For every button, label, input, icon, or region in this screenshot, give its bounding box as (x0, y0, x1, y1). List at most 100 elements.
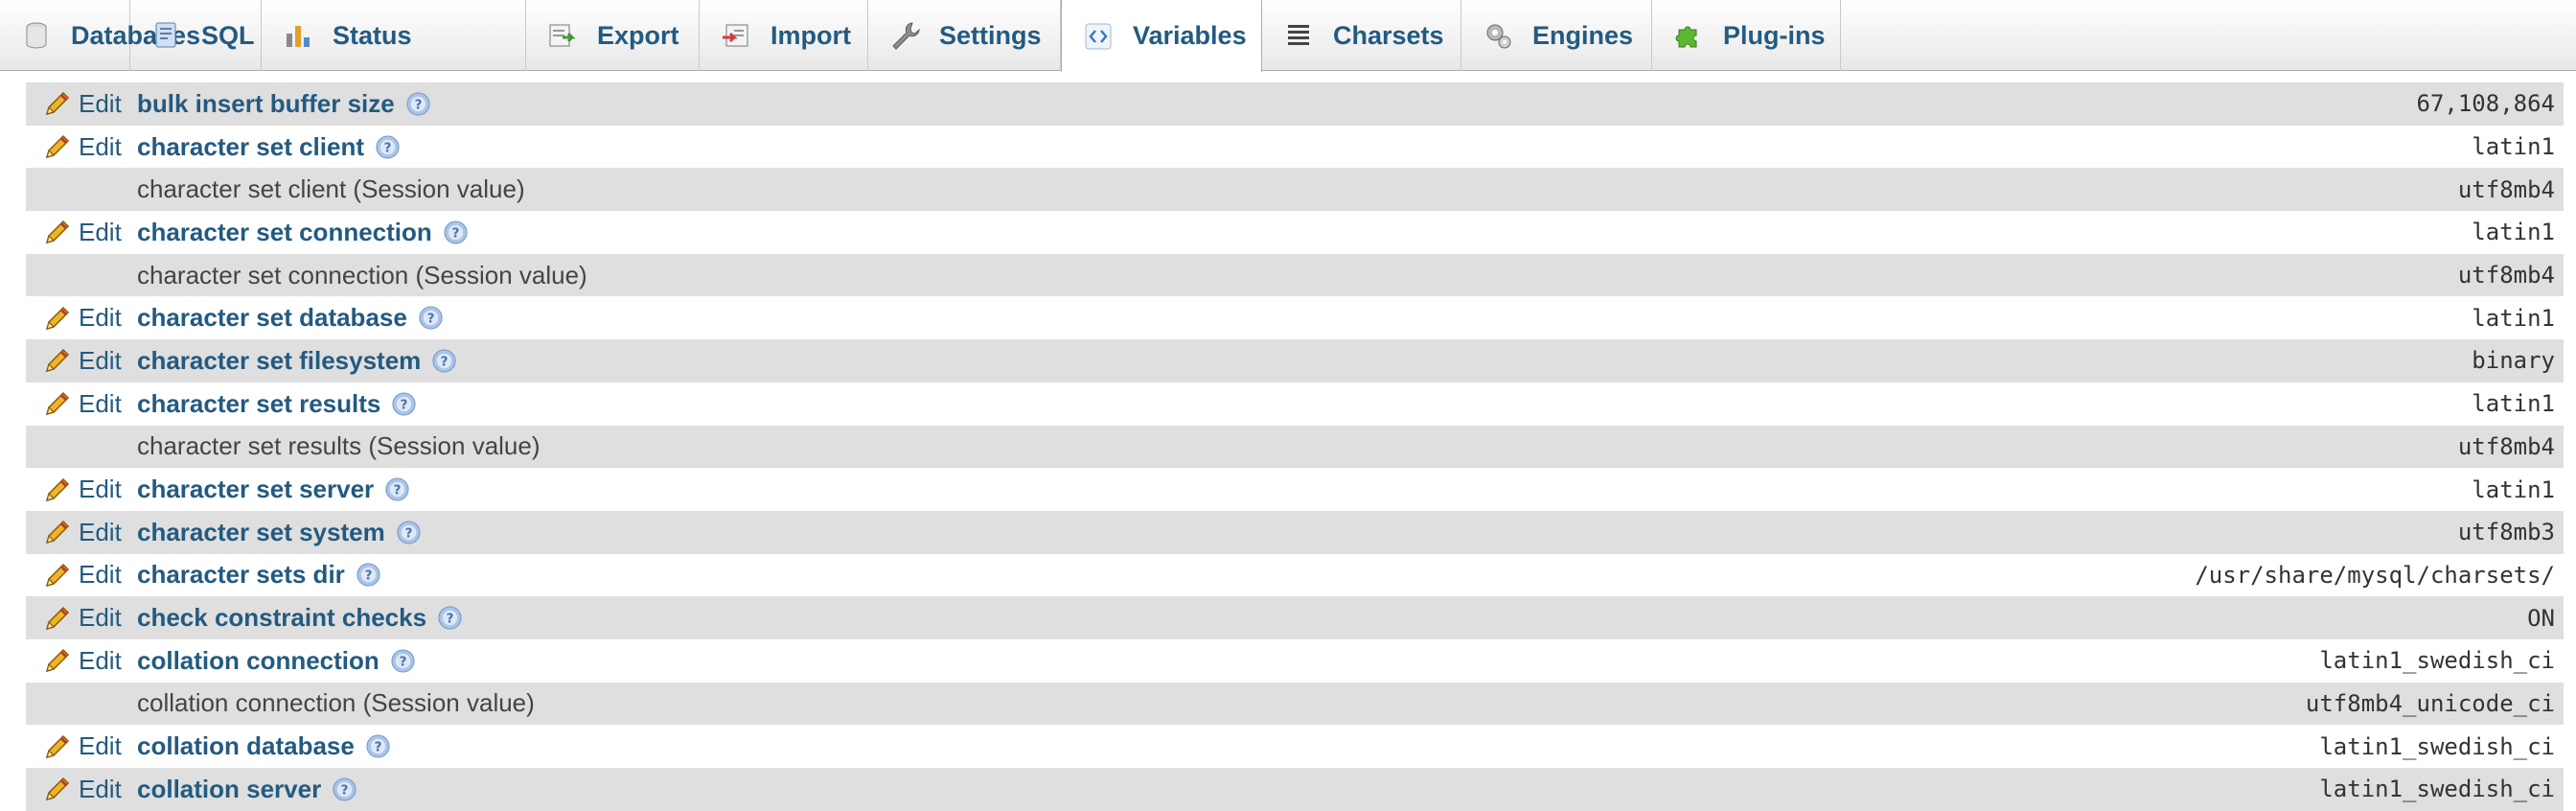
edit-label: Edit (79, 131, 122, 161)
help-icon[interactable]: ? (390, 648, 416, 674)
variable-row: Edit character set connection? latin1 (26, 211, 2564, 254)
help-icon[interactable]: ? (356, 562, 381, 588)
tab-charsets[interactable]: Charsets (1262, 0, 1461, 71)
variable-name-text: collation database (137, 731, 355, 761)
variable-name-text: character set system (137, 517, 385, 546)
help-icon[interactable]: ? (375, 134, 401, 160)
help-icon[interactable]: ? (396, 520, 422, 545)
variable-value: ON (2527, 604, 2555, 632)
variable-row: Edit character set results? latin1 (26, 382, 2564, 426)
pencil-icon (42, 217, 79, 247)
svg-text:?: ? (364, 568, 372, 584)
tab-status[interactable]: Status (262, 0, 526, 71)
edit-label: Edit (79, 475, 122, 504)
variable-row: Edit character set system? utf8mb3 (26, 510, 2564, 554)
svg-text:?: ? (401, 397, 408, 412)
edit-label: Edit (79, 517, 122, 546)
help-icon[interactable]: ? (437, 605, 463, 631)
svg-text:?: ? (451, 225, 459, 241)
help-icon[interactable]: ? (431, 348, 457, 374)
tab-label: Import (770, 20, 851, 50)
variable-value: /usr/share/mysql/charsets/ (2195, 561, 2555, 589)
help-icon[interactable]: ? (443, 220, 469, 245)
tab-sql[interactable]: SQL (130, 0, 262, 71)
edit-link[interactable]: Edit (42, 645, 122, 676)
variable-value: utf8mb3 (2457, 519, 2555, 546)
pencil-icon (42, 131, 79, 162)
tab-databases[interactable]: Databases (0, 0, 200, 71)
variable-value: latin1_swedish_ci (2319, 732, 2555, 760)
edit-label: Edit (79, 731, 122, 761)
variable-value: latin1 (2472, 219, 2555, 246)
tab-export[interactable]: Export (526, 0, 700, 71)
top-tab-bar: Databases SQL Status Export Import Settings Va… (0, 0, 2576, 72)
edit-link[interactable]: Edit (42, 475, 122, 505)
variable-name-text: character set database (137, 303, 407, 333)
variable-value: binary (2472, 347, 2555, 375)
edit-link[interactable]: Edit (42, 303, 122, 334)
variable-name: collation server? (137, 775, 357, 804)
edit-label: Edit (79, 774, 122, 803)
tab-label: Settings (939, 20, 1042, 50)
help-icon[interactable]: ? (405, 91, 431, 117)
tab-label: Charsets (1333, 20, 1444, 50)
edit-link[interactable]: Edit (42, 217, 122, 247)
help-icon[interactable]: ? (365, 733, 391, 759)
svg-text:?: ? (404, 525, 412, 541)
variable-value: 67,108,864 (2416, 90, 2556, 118)
edit-link[interactable]: Edit (42, 560, 122, 591)
variable-name-text: bulk insert buffer size (137, 88, 395, 118)
variable-name: character set filesystem? (137, 346, 457, 376)
variable-name-text: character set client (137, 131, 365, 161)
edit-link[interactable]: Edit (42, 603, 122, 634)
database-icon (21, 20, 52, 51)
edit-label: Edit (79, 560, 122, 590)
session-variable-name: collation connection (Session value) (137, 688, 535, 718)
pencil-icon (42, 88, 79, 119)
variable-name: collation connection? (137, 646, 416, 676)
charsets-icon (1283, 20, 1314, 51)
svg-text:?: ? (447, 611, 454, 626)
pencil-icon (42, 345, 79, 376)
svg-text:?: ? (426, 312, 434, 327)
pencil-icon (42, 560, 79, 591)
help-icon[interactable]: ? (332, 776, 357, 802)
variable-name-text: character sets dir (137, 560, 345, 590)
variable-row: Edit character sets dir? /usr/share/mysql/… (26, 554, 2564, 597)
variable-value: utf8mb4 (2457, 262, 2555, 290)
edit-link[interactable]: Edit (42, 345, 122, 376)
edit-link[interactable]: Edit (42, 517, 122, 547)
edit-label: Edit (79, 388, 122, 418)
pencil-icon (42, 517, 79, 547)
variable-name: character set connection? (137, 218, 469, 247)
svg-text:?: ? (394, 482, 402, 498)
svg-text:?: ? (399, 654, 406, 669)
tab-plug-ins[interactable]: Plug-ins (1652, 0, 1841, 71)
help-icon[interactable]: ? (391, 391, 417, 417)
svg-text:?: ? (384, 140, 392, 155)
edit-link[interactable]: Edit (42, 88, 122, 119)
edit-link[interactable]: Edit (42, 388, 122, 419)
tab-variables[interactable]: Variables (1061, 0, 1262, 72)
variable-name: collation database? (137, 731, 391, 761)
variable-name: character set server? (137, 475, 410, 504)
variables-icon (1083, 21, 1114, 52)
variable-name-text: character set server (137, 475, 375, 504)
edit-link[interactable]: Edit (42, 131, 122, 162)
engines-icon (1483, 20, 1513, 51)
help-icon[interactable]: ? (418, 305, 444, 331)
variable-session-row: collation connection (Session value) utf8… (26, 682, 2564, 726)
session-variable-name: character set results (Session value) (137, 431, 540, 461)
puzzle-icon (1673, 20, 1704, 51)
import-icon (721, 20, 751, 51)
tab-import[interactable]: Import (700, 0, 868, 71)
tab-label: Status (333, 20, 412, 50)
tab-engines[interactable]: Engines (1461, 0, 1652, 71)
tab-settings[interactable]: Settings (868, 0, 1061, 71)
edit-link[interactable]: Edit (42, 774, 122, 804)
variable-row: Edit character set filesystem? binary (26, 339, 2564, 382)
edit-link[interactable]: Edit (42, 731, 122, 762)
variable-value: utf8mb4 (2457, 432, 2555, 460)
svg-text:?: ? (374, 739, 381, 754)
help-icon[interactable]: ? (384, 476, 410, 502)
